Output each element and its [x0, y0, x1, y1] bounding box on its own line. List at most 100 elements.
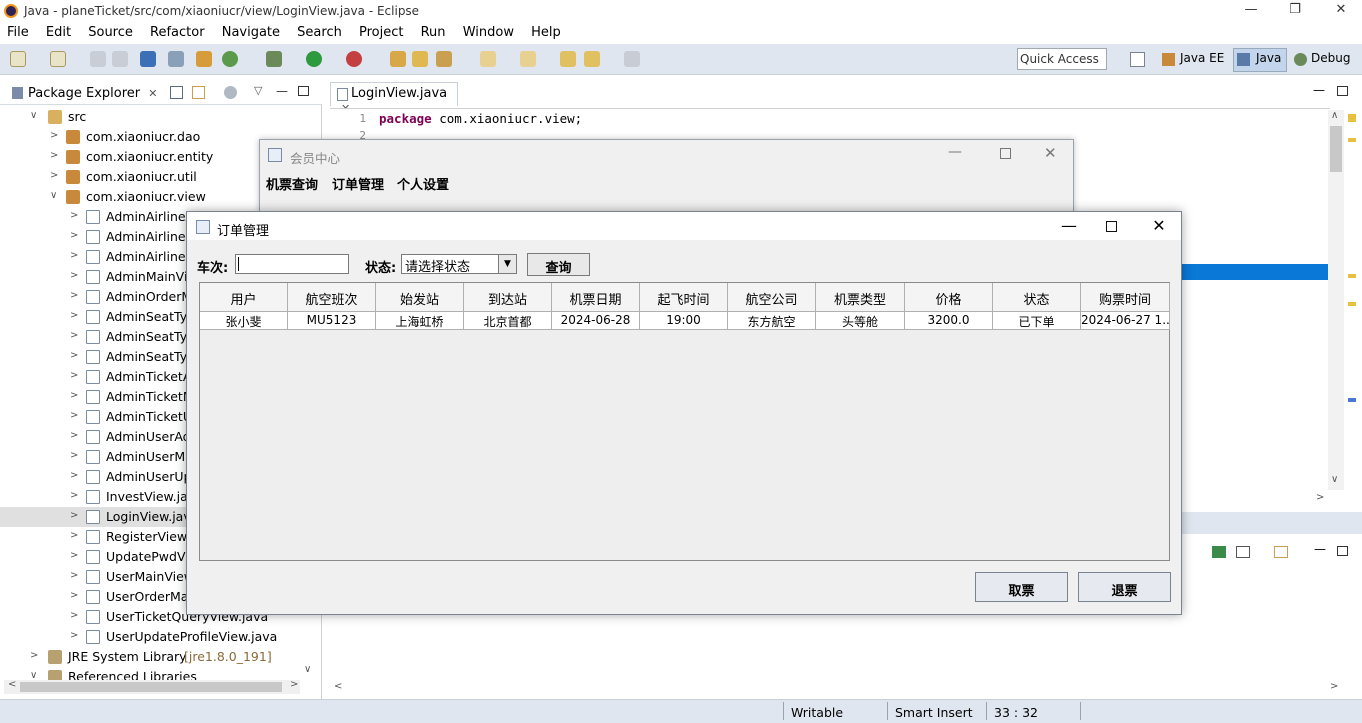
- menu-refactor[interactable]: Refactor: [143, 23, 211, 40]
- car-number-input[interactable]: [235, 254, 349, 274]
- query-button[interactable]: 查询: [527, 253, 590, 276]
- column-header[interactable]: 用户: [200, 283, 288, 312]
- skip-breakpoints-icon[interactable]: [168, 51, 184, 67]
- perspective-java-ee[interactable]: Java EE: [1180, 51, 1224, 65]
- prev-annotation-icon[interactable]: [520, 51, 536, 67]
- chevron-right-icon[interactable]: >: [70, 410, 78, 421]
- filter-icon[interactable]: [224, 86, 237, 99]
- tree-item[interactable]: ∨ src: [0, 107, 322, 127]
- menu-order-management[interactable]: 订单管理: [332, 174, 384, 193]
- column-header[interactable]: 到达站: [464, 283, 552, 312]
- pe-vscroll-down-icon[interactable]: ∨: [304, 664, 311, 675]
- search-icon[interactable]: [436, 51, 452, 67]
- chevron-down-icon[interactable]: ∨: [50, 190, 57, 201]
- menu-run[interactable]: Run: [414, 23, 452, 40]
- next-annotation-icon[interactable]: [480, 51, 496, 67]
- order-maximize-button[interactable]: [1106, 221, 1117, 232]
- chevron-right-icon[interactable]: >: [70, 210, 78, 221]
- panel-tool-icon[interactable]: [1274, 546, 1288, 558]
- forward-icon[interactable]: [624, 51, 640, 67]
- refund-ticket-button[interactable]: 退票: [1078, 572, 1171, 602]
- chevron-down-icon[interactable]: ∨: [30, 110, 37, 121]
- back-icon[interactable]: [584, 51, 600, 67]
- perspective-java[interactable]: Java: [1256, 51, 1281, 65]
- table-cell[interactable]: 3200.0: [905, 312, 993, 330]
- chevron-right-icon[interactable]: >: [70, 550, 78, 561]
- chevron-right-icon[interactable]: >: [70, 430, 78, 441]
- table-cell[interactable]: 东方航空: [728, 312, 816, 330]
- refresh-icon[interactable]: [222, 51, 238, 67]
- view-menu-icon[interactable]: ▽: [254, 84, 262, 97]
- open-perspective-icon[interactable]: [1130, 52, 1145, 67]
- tab-close-icon[interactable]: ✕: [148, 87, 157, 100]
- code-line-1[interactable]: package com.xiaoniucr.view;: [379, 111, 582, 126]
- take-ticket-button[interactable]: 取票: [975, 572, 1068, 602]
- new-wizard-icon[interactable]: [50, 51, 66, 67]
- chevron-right-icon[interactable]: >: [70, 290, 78, 301]
- menu-window[interactable]: Window: [456, 23, 520, 40]
- chevron-right-icon[interactable]: >: [50, 150, 58, 161]
- close-button[interactable]: ✕: [1326, 2, 1356, 17]
- table-cell[interactable]: 北京首都: [464, 312, 552, 330]
- member-minimize-button[interactable]: —: [948, 144, 962, 160]
- chevron-right-icon[interactable]: >: [50, 170, 58, 181]
- column-header[interactable]: 航空班次: [288, 283, 376, 312]
- order-close-button[interactable]: ✕: [1139, 216, 1179, 235]
- orders-table[interactable]: 用户 航空班次 始发站 到达站 机票日期 起飞时间 航空公司 机票类型 价格 状态 购票时间 张小斐 M…: [199, 282, 1170, 561]
- table-cell[interactable]: MU5123: [288, 312, 376, 330]
- bottom-hscroll-right-icon[interactable]: >: [1330, 681, 1338, 692]
- panel-tool-icon[interactable]: [1212, 546, 1226, 558]
- coverage-icon[interactable]: [346, 51, 362, 67]
- chevron-right-icon[interactable]: >: [70, 510, 78, 521]
- pe-hscroll-left-icon[interactable]: <: [8, 679, 16, 690]
- column-header[interactable]: 始发站: [376, 283, 464, 312]
- chevron-right-icon[interactable]: >: [70, 390, 78, 401]
- debug-icon[interactable]: [266, 51, 282, 67]
- column-header[interactable]: 机票类型: [816, 283, 905, 312]
- terminal-icon[interactable]: [140, 51, 156, 67]
- menu-source[interactable]: Source: [81, 23, 139, 40]
- build-icon[interactable]: [196, 51, 212, 67]
- chevron-right-icon[interactable]: >: [70, 570, 78, 581]
- chevron-right-icon[interactable]: >: [70, 530, 78, 541]
- collapse-all-icon[interactable]: [170, 86, 183, 99]
- tab-loginview[interactable]: LoginView.java ✕: [330, 82, 458, 115]
- chevron-right-icon[interactable]: >: [70, 310, 78, 321]
- quick-access-input[interactable]: Quick Access: [1017, 48, 1107, 70]
- maximize-view-icon[interactable]: [298, 86, 309, 96]
- table-cell[interactable]: 上海虹桥: [376, 312, 464, 330]
- last-edit-icon[interactable]: [560, 51, 576, 67]
- chevron-right-icon[interactable]: >: [70, 350, 78, 361]
- bottom-hscroll-left-icon[interactable]: <: [334, 681, 342, 692]
- column-header[interactable]: 航空公司: [728, 283, 816, 312]
- panel-minimize-icon[interactable]: —: [1314, 542, 1326, 556]
- chevron-right-icon[interactable]: >: [70, 230, 78, 241]
- open-folder-icon[interactable]: [412, 51, 428, 67]
- editor-vscroll-up-icon[interactable]: ∧: [1331, 110, 1338, 121]
- chevron-right-icon[interactable]: >: [70, 450, 78, 461]
- table-cell[interactable]: 已下单: [993, 312, 1081, 330]
- status-insert-mode[interactable]: Smart Insert: [895, 705, 973, 720]
- chevron-right-icon[interactable]: >: [30, 650, 38, 661]
- pe-hscroll-right-icon[interactable]: >: [290, 679, 298, 690]
- table-cell[interactable]: 19:00: [640, 312, 728, 330]
- order-minimize-button[interactable]: —: [1049, 216, 1089, 235]
- menu-file[interactable]: File: [0, 23, 35, 40]
- editor-vscroll-down-icon[interactable]: ∨: [1331, 474, 1338, 485]
- tree-item[interactable]: > UserUpdateProfileView.java: [0, 627, 322, 647]
- table-cell[interactable]: 2024-06-27 1...: [1081, 312, 1170, 330]
- chevron-right-icon[interactable]: >: [70, 470, 78, 481]
- menu-personal-settings[interactable]: 个人设置: [397, 174, 449, 193]
- menu-ticket-query[interactable]: 机票查询: [266, 174, 318, 193]
- open-type-icon[interactable]: [390, 51, 406, 67]
- member-maximize-button[interactable]: [1000, 148, 1011, 159]
- maximize-button[interactable]: ❐: [1280, 2, 1310, 17]
- panel-maximize-icon[interactable]: [1337, 546, 1348, 556]
- menu-search[interactable]: Search: [290, 23, 348, 40]
- column-header[interactable]: 起飞时间: [640, 283, 728, 312]
- column-header[interactable]: 状态: [993, 283, 1081, 312]
- new-icon[interactable]: [10, 51, 26, 67]
- save-all-icon[interactable]: [112, 51, 128, 67]
- column-header[interactable]: 价格: [905, 283, 993, 312]
- table-cell[interactable]: 2024-06-28: [552, 312, 640, 330]
